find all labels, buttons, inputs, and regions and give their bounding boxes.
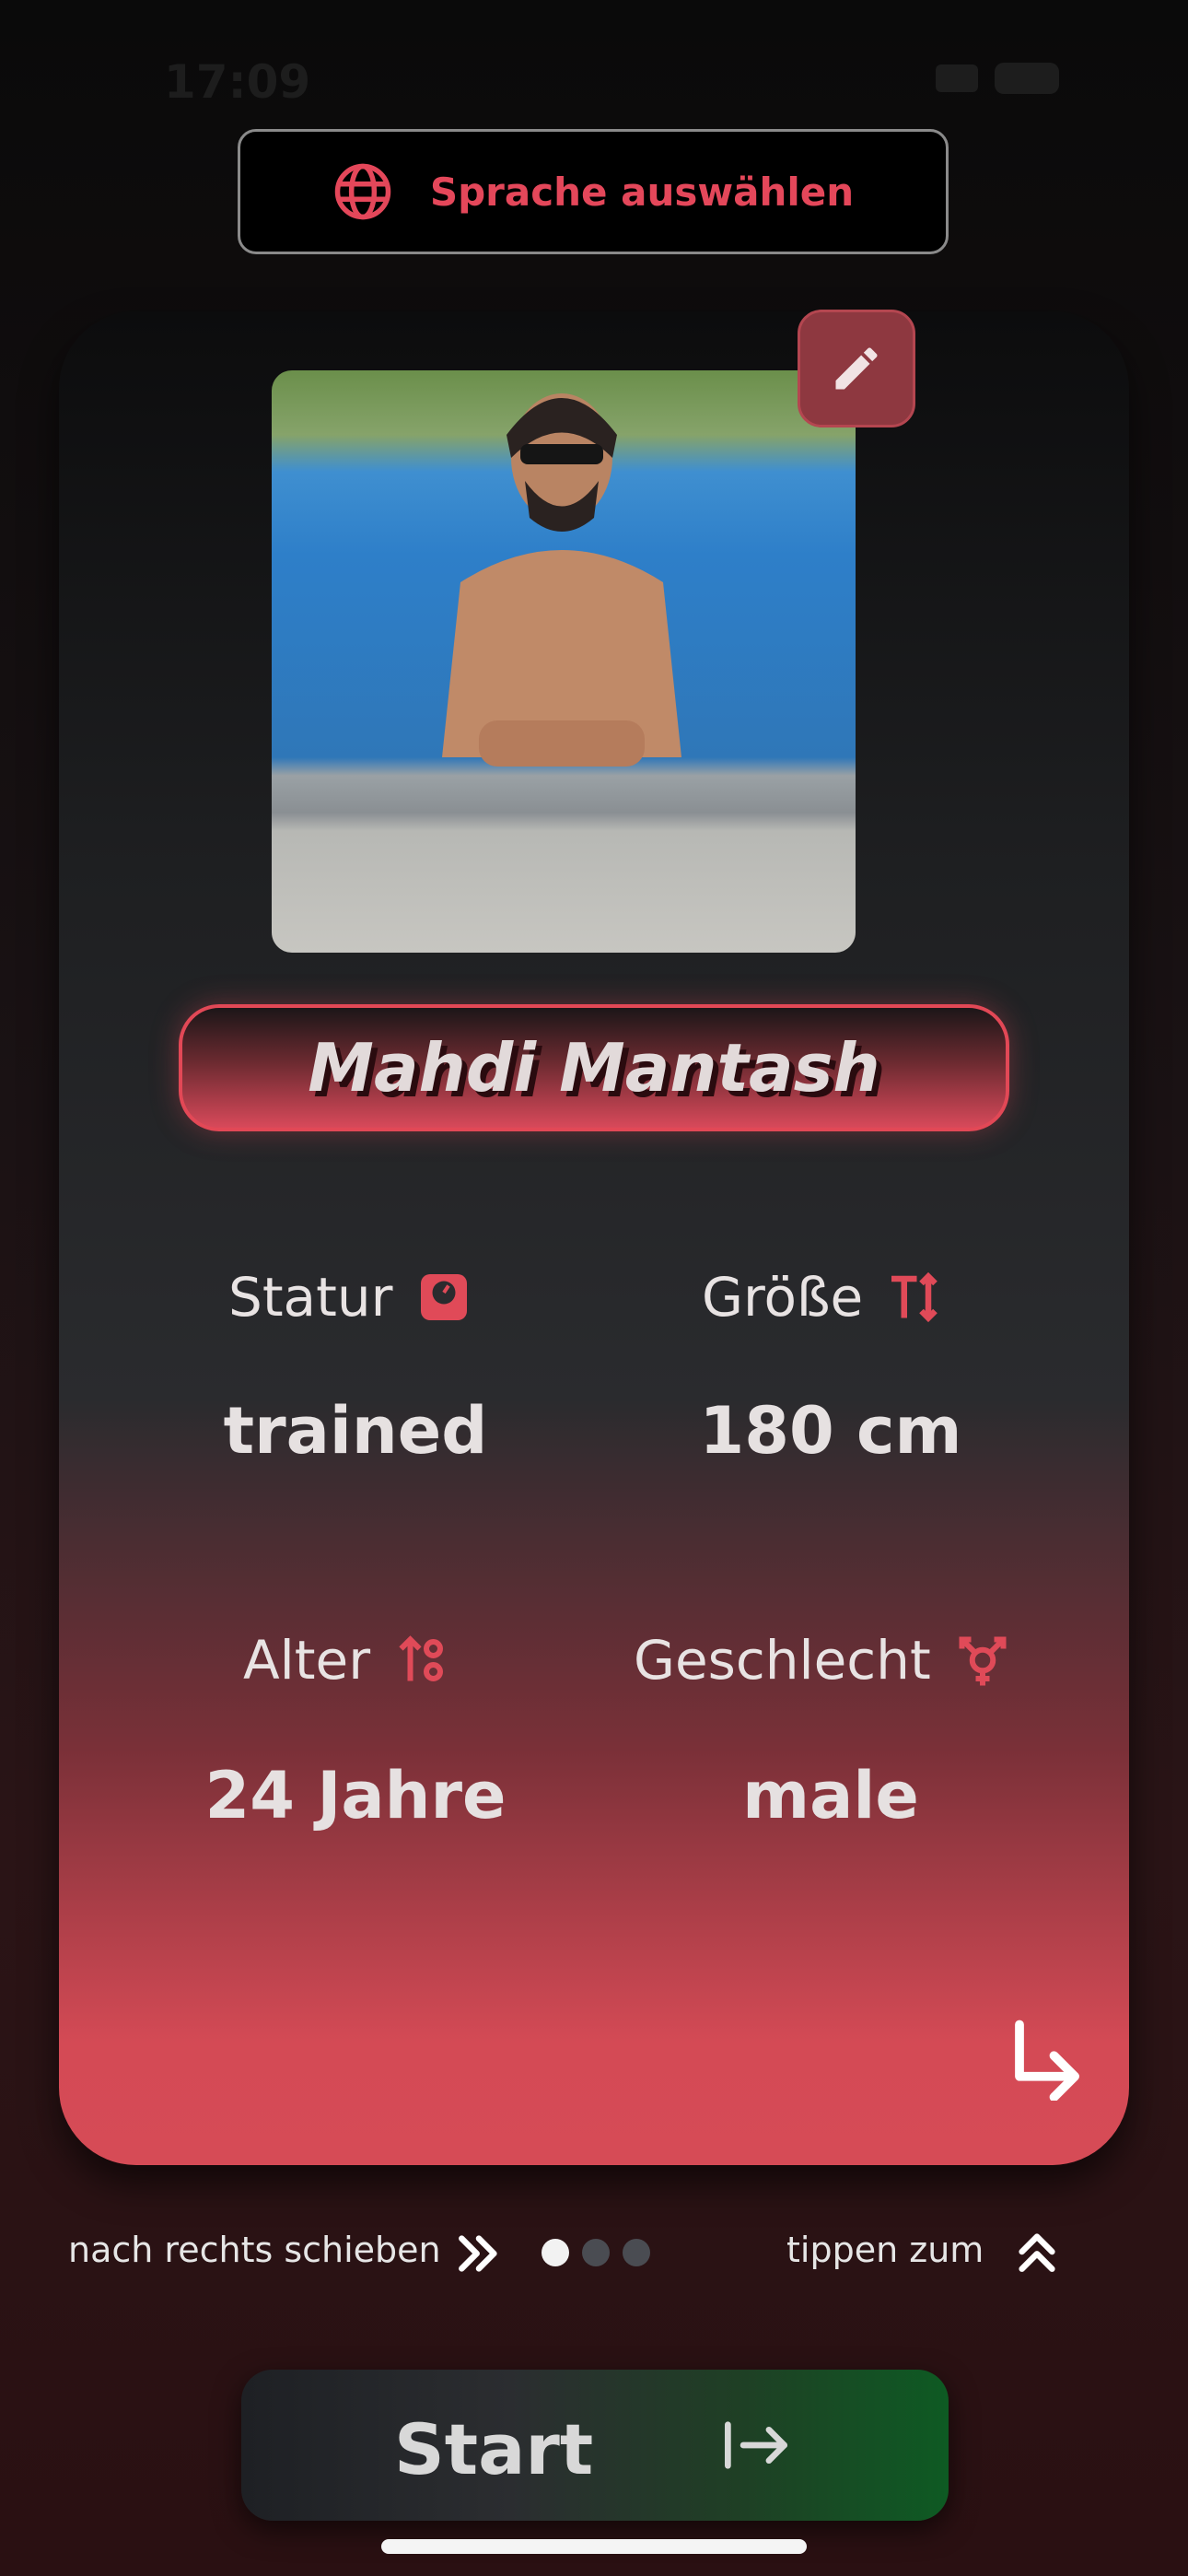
globe-icon: [334, 163, 391, 220]
stat-build-value: trained: [223, 1393, 488, 1469]
signal-icon: [936, 64, 978, 92]
stat-gender-label: Geschlecht: [634, 1629, 1010, 1692]
status-icons: [936, 63, 1059, 94]
stat-age-value: 24 Jahre: [204, 1758, 507, 1833]
profile-photo[interactable]: [272, 370, 856, 953]
language-select-button[interactable]: Sprache auswählen: [238, 129, 949, 254]
scale-icon: [421, 1274, 468, 1320]
swipe-hint: nach rechts schieben: [68, 2230, 441, 2270]
flip-card-icon[interactable]: [1006, 2018, 1089, 2101]
battery-icon: [995, 63, 1059, 94]
language-button-label: Sprache auswählen: [429, 169, 855, 215]
page-indicator[interactable]: [542, 2239, 650, 2266]
stat-height-label: Größe: [702, 1266, 942, 1329]
status-time: 17:09: [164, 55, 311, 109]
start-button-label: Start: [394, 2408, 594, 2490]
tap-hint: tippen zum: [786, 2230, 984, 2270]
text-height-icon: [891, 1271, 938, 1323]
sort-numeric-icon: [399, 1635, 444, 1681]
pencil-icon: [835, 347, 878, 390]
arrow-right-to-line-icon: [725, 2421, 787, 2469]
stat-height-value: 180 cm: [699, 1393, 962, 1469]
stat-age-label: Alter: [243, 1629, 449, 1692]
profile-name: Mahdi Mantash: [308, 1029, 880, 1107]
page-dot-1[interactable]: [542, 2239, 569, 2266]
status-bar: 17:09: [0, 37, 1188, 120]
double-chevron-right-icon: [459, 2235, 497, 2272]
edit-profile-button[interactable]: [798, 310, 915, 427]
start-button[interactable]: Start: [241, 2370, 949, 2521]
home-indicator[interactable]: [381, 2539, 807, 2554]
stat-gender-value: male: [742, 1758, 919, 1833]
stat-build-label: Statur: [228, 1266, 472, 1329]
double-chevron-up-icon: [1019, 2233, 1055, 2272]
person-illustration: [442, 393, 681, 767]
page-dot-2[interactable]: [582, 2239, 610, 2266]
transgender-icon: [959, 1636, 1007, 1686]
profile-name-pill: Mahdi Mantash: [179, 1004, 1009, 1131]
page-dot-3[interactable]: [623, 2239, 650, 2266]
hint-row: nach rechts schieben tippen zum: [0, 2220, 1188, 2285]
